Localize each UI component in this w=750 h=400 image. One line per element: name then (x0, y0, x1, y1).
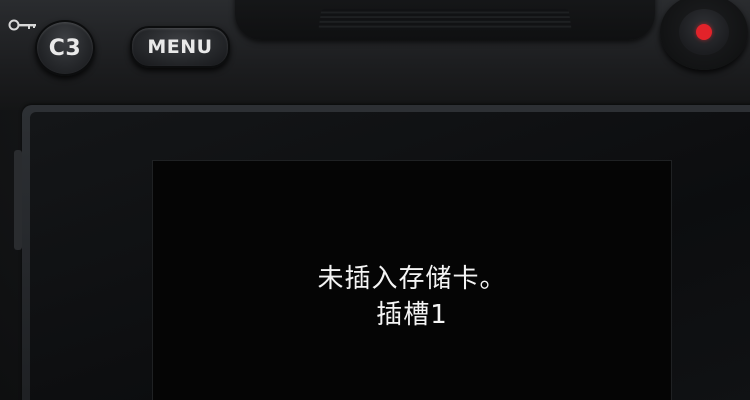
menu-button-label: MENU (147, 36, 213, 58)
record-button[interactable] (679, 9, 729, 55)
key-icon (8, 19, 36, 31)
no-card-message: 未插入存储卡。 插槽1 (153, 261, 671, 333)
top-vent (318, 8, 572, 30)
side-edge (14, 150, 22, 250)
c3-button-label: C3 (48, 35, 82, 61)
message-line-2: 插槽1 (376, 300, 448, 330)
message-line-1: 未插入存储卡。 (317, 264, 507, 294)
record-dot-icon (696, 24, 712, 40)
c3-button[interactable]: C3 (35, 20, 95, 76)
menu-button[interactable]: MENU (130, 26, 230, 68)
lcd-screen: 未插入存储卡。 插槽1 (152, 160, 672, 400)
